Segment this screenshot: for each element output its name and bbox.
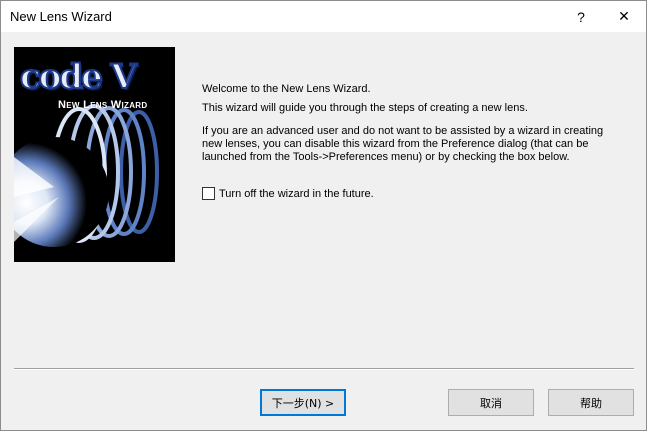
disable-wizard-checkbox[interactable]: [202, 187, 215, 200]
help-button[interactable]: 帮助: [548, 389, 634, 416]
footer-separator: [14, 368, 634, 370]
title-bar: New Lens Wizard ? ✕: [1, 1, 646, 32]
disable-wizard-checkbox-row[interactable]: Turn off the wizard in the future.: [202, 187, 374, 200]
help-title-button[interactable]: ?: [559, 1, 603, 32]
disable-wizard-label[interactable]: Turn off the wizard in the future.: [219, 188, 374, 200]
close-icon: ✕: [618, 8, 630, 24]
next-button[interactable]: 下一步(N) >: [260, 389, 346, 416]
brand-logo: code V: [19, 56, 138, 98]
wizard-window: New Lens Wizard ? ✕ code V New Lens Wiza…: [0, 0, 647, 431]
guide-text: This wizard will guide you through the s…: [202, 102, 528, 114]
banner-subtitle: New Lens Wizard: [58, 99, 148, 111]
welcome-text: Welcome to the New Lens Wizard.: [202, 83, 371, 95]
wizard-banner-image: code V New Lens Wizard: [14, 47, 175, 262]
cancel-button[interactable]: 取消: [448, 389, 534, 416]
question-icon: ?: [577, 8, 585, 25]
window-title: New Lens Wizard: [10, 9, 112, 24]
advanced-user-text: If you are an advanced user and do not w…: [202, 125, 604, 163]
close-button[interactable]: ✕: [602, 1, 646, 32]
